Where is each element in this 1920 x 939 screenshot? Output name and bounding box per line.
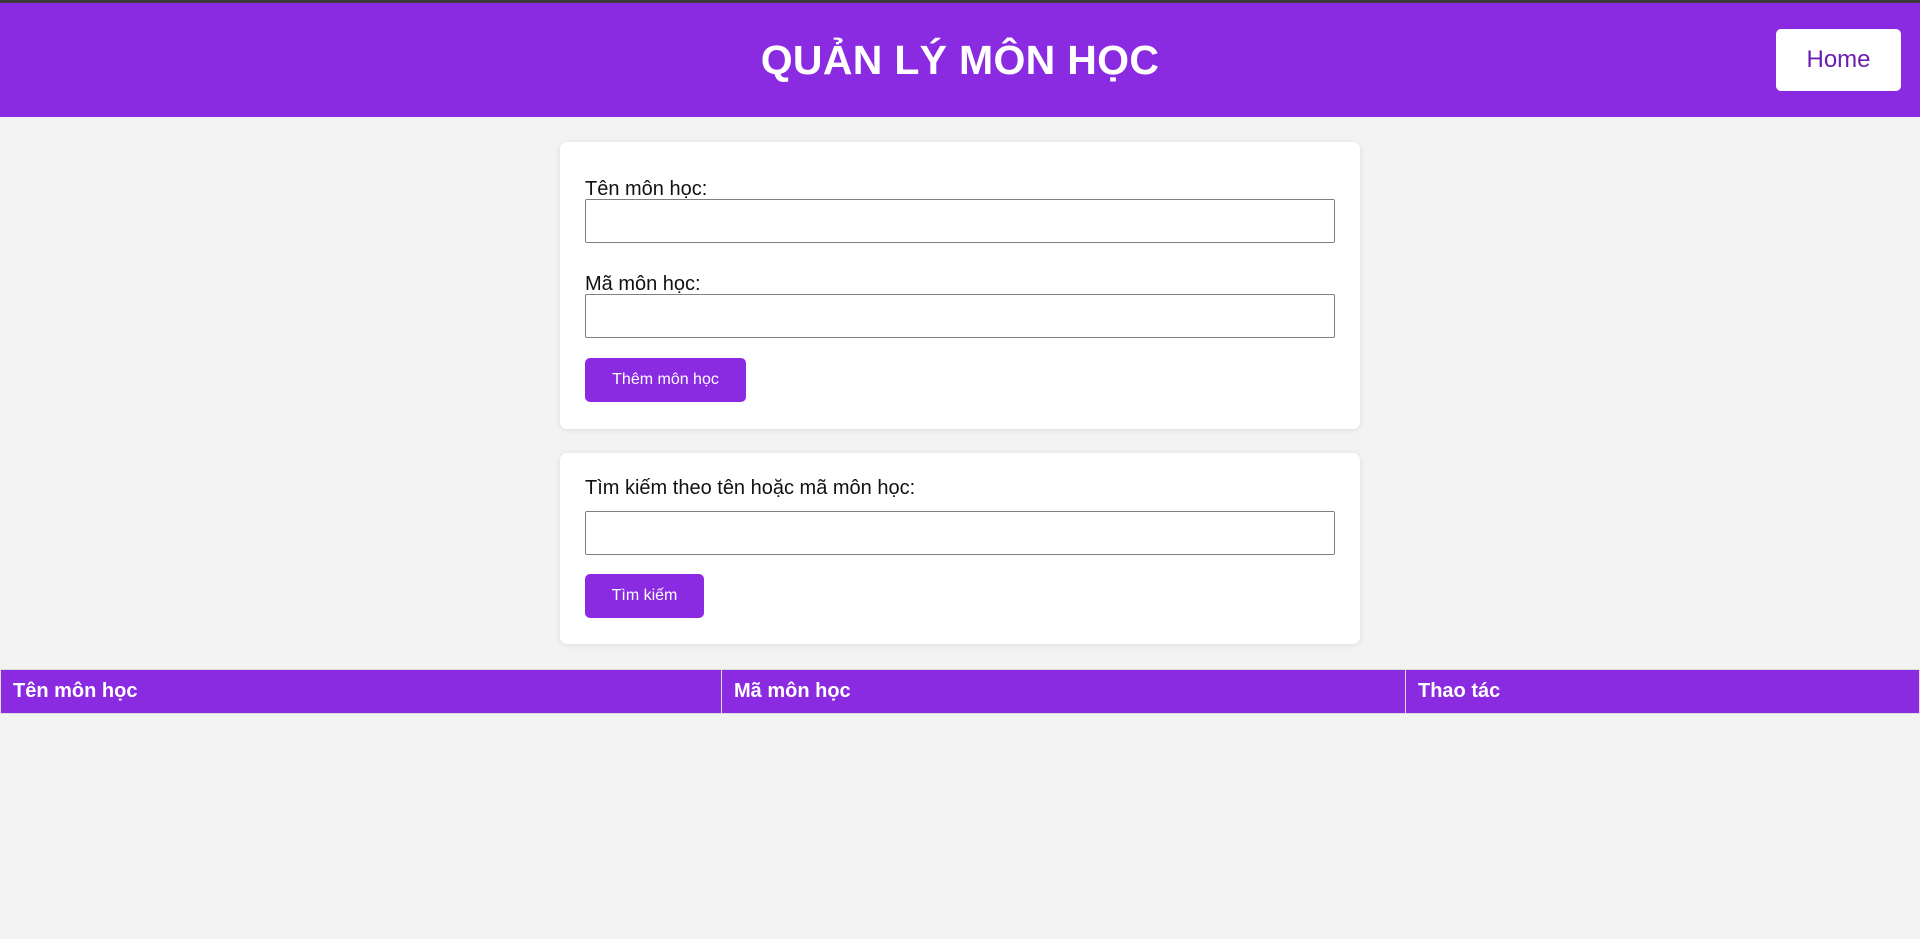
column-header-subject-name: Tên môn học bbox=[0, 669, 722, 714]
page-title: QUẢN LÝ MÔN HỌC bbox=[760, 37, 1160, 83]
add-subject-button[interactable]: Thêm môn học bbox=[585, 358, 746, 402]
add-subject-form: Tên môn học: Mã môn học: Thêm môn học bbox=[560, 142, 1360, 429]
search-form: Tìm kiếm theo tên hoặc mã môn học: Tìm k… bbox=[560, 453, 1360, 644]
app-header: QUẢN LÝ MÔN HỌC Home bbox=[0, 3, 1920, 117]
search-button[interactable]: Tìm kiếm bbox=[585, 574, 704, 618]
subject-name-label: Tên môn học: bbox=[585, 178, 708, 200]
subjects-table: Tên môn học Mã môn học Thao tác bbox=[0, 669, 1920, 714]
table-header-row: Tên môn học Mã môn học Thao tác bbox=[0, 669, 1920, 714]
home-button[interactable]: Home bbox=[1776, 29, 1901, 91]
subject-code-input[interactable] bbox=[585, 294, 1335, 338]
column-header-subject-code: Mã môn học bbox=[721, 669, 1406, 714]
search-label: Tìm kiếm theo tên hoặc mã môn học: bbox=[585, 477, 916, 499]
subject-name-input[interactable] bbox=[585, 199, 1335, 243]
column-header-actions: Thao tác bbox=[1405, 669, 1920, 714]
subject-code-label: Mã môn học: bbox=[585, 273, 701, 295]
search-input[interactable] bbox=[585, 511, 1335, 555]
